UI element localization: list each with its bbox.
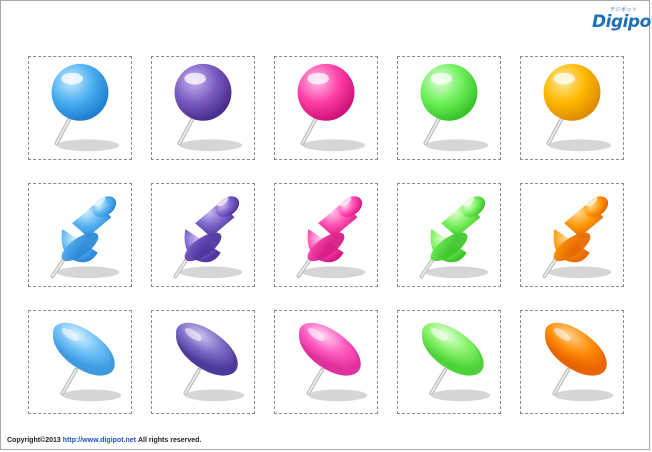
blue-push-pin-icon (50, 196, 120, 279)
pin-grid (0, 0, 652, 452)
flat-tack-pink-cell[interactable] (274, 310, 378, 414)
push-pin-orange-cell[interactable] (520, 183, 624, 287)
purple-flat-tack-icon (176, 322, 245, 402)
blue-flat-tack-icon (53, 322, 122, 402)
push-pin-pink-cell[interactable] (274, 183, 378, 287)
purple-push-pin-icon (173, 196, 243, 279)
flat-tack-purple-cell[interactable] (151, 310, 255, 414)
ball-pin-green-cell[interactable] (397, 56, 501, 160)
orange-flat-tack-icon (545, 322, 614, 402)
push-pin-purple-cell[interactable] (151, 183, 255, 287)
flat-tack-orange-cell[interactable] (520, 310, 624, 414)
green-push-pin-icon (419, 196, 489, 279)
push-pin-blue-cell[interactable] (28, 183, 132, 287)
pink-flat-tack-icon (299, 322, 368, 402)
green-flat-tack-icon (422, 322, 491, 402)
flat-tack-green-cell[interactable] (397, 310, 501, 414)
orange-push-pin-icon (542, 196, 612, 279)
flat-tack-blue-cell[interactable] (28, 310, 132, 414)
footer-rights: All rights reserved. (137, 437, 202, 444)
yellow-ball-pin-icon (543, 63, 612, 152)
pink-ball-pin-icon (297, 63, 366, 152)
green-ball-pin-icon (420, 63, 489, 152)
footer-link[interactable]: http://www.digipot.net (63, 437, 136, 444)
ball-pin-yellow-cell[interactable] (520, 56, 624, 160)
ball-pin-blue-cell[interactable] (28, 56, 132, 160)
purple-ball-pin-icon (174, 63, 243, 152)
blue-ball-pin-icon (51, 63, 120, 152)
footer: Copyright©2013 http://www.digipot.net Al… (7, 437, 201, 444)
push-pin-green-cell[interactable] (397, 183, 501, 287)
ball-pin-pink-cell[interactable] (274, 56, 378, 160)
pink-push-pin-icon (296, 196, 366, 279)
footer-copyright: Copyright©2013 (7, 437, 61, 444)
ball-pin-purple-cell[interactable] (151, 56, 255, 160)
